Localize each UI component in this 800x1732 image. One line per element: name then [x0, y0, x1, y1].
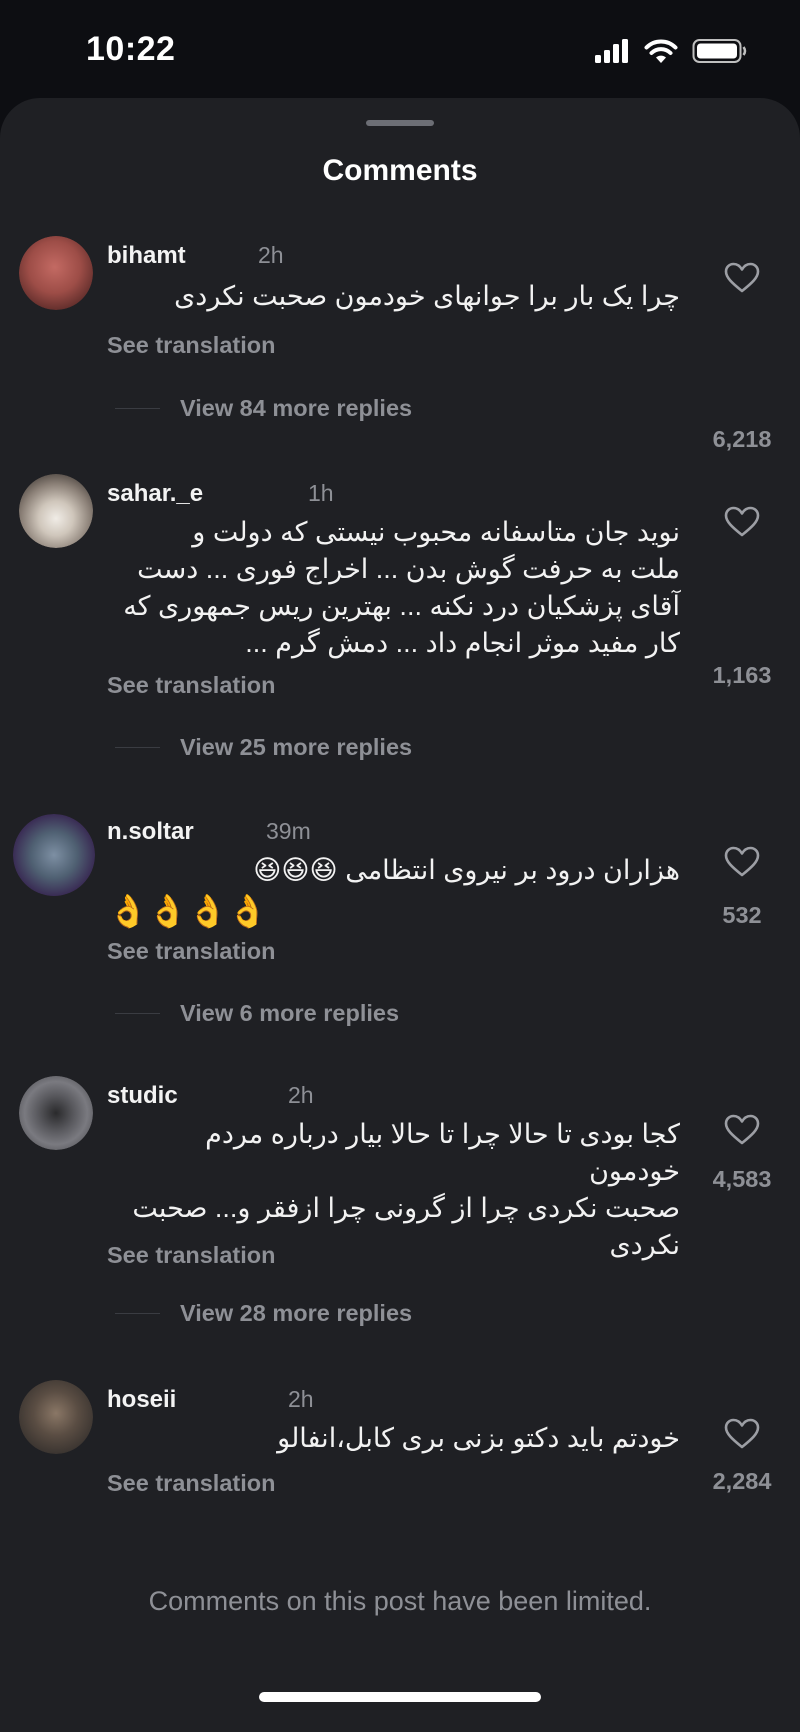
see-translation-link[interactable]: See translation — [107, 1470, 275, 1497]
like-count: 4,583 — [712, 1166, 772, 1192]
comment-text: هزاران درود بر نیروی انتظامی 😆😆😆 — [253, 855, 680, 885]
like-button[interactable] — [707, 506, 777, 538]
comment-username[interactable]: sahar._e — [107, 480, 203, 508]
comment-text: نوید جان متاسفانه محبوب نیستی که دولت و … — [123, 517, 680, 658]
view-replies-button[interactable]: View 6 more replies — [115, 1000, 399, 1027]
like-count: 6,218 — [712, 426, 772, 452]
heart-icon — [724, 1418, 760, 1449]
like-count: 2,284 — [712, 1468, 772, 1494]
comment-time: 2h — [258, 242, 284, 268]
like-button[interactable] — [707, 262, 777, 294]
view-replies-label: View 84 more replies — [180, 395, 413, 421]
avatar[interactable] — [19, 1380, 93, 1454]
see-translation-link[interactable]: See translation — [107, 938, 275, 965]
cellular-icon — [595, 39, 628, 63]
heart-icon — [724, 262, 760, 293]
comment-username[interactable]: hoseii — [107, 1386, 176, 1414]
see-translation-link[interactable]: See translation — [107, 332, 275, 359]
comment-time: 1h — [308, 480, 334, 506]
view-replies-button[interactable]: View 84 more replies — [115, 395, 412, 422]
replies-divider — [115, 1313, 160, 1314]
avatar[interactable] — [19, 236, 93, 310]
replies-divider — [115, 1013, 160, 1014]
like-button[interactable] — [707, 1114, 777, 1146]
status-bar: 10:22 — [0, 0, 800, 100]
comment-username[interactable]: studic — [107, 1082, 178, 1110]
heart-icon — [724, 1114, 760, 1145]
comments-sheet: Comments bihamt 2h چرا یک بار برا جوانها… — [0, 98, 800, 1732]
see-translation-link[interactable]: See translation — [107, 1242, 275, 1269]
comment-time: 2h — [288, 1386, 314, 1412]
comment-username[interactable]: bihamt — [107, 242, 186, 270]
comment-time: 39m — [266, 818, 311, 844]
avatar[interactable] — [13, 814, 95, 896]
comment-username[interactable]: n.soltar — [107, 818, 194, 846]
like-count: 1,163 — [712, 662, 772, 688]
sheet-grabber[interactable] — [366, 120, 434, 126]
like-count: 532 — [722, 902, 762, 928]
view-replies-button[interactable]: View 25 more replies — [115, 734, 412, 761]
see-translation-link[interactable]: See translation — [107, 672, 275, 699]
replies-divider — [115, 747, 160, 748]
comments-limited-notice: Comments on this post have been limited. — [148, 1586, 652, 1616]
avatar[interactable] — [19, 474, 93, 548]
view-replies-label: View 25 more replies — [180, 734, 413, 760]
view-replies-button[interactable]: View 28 more replies — [115, 1300, 412, 1327]
view-replies-label: View 28 more replies — [180, 1300, 413, 1326]
wifi-icon — [644, 39, 678, 63]
comment-emoji-line: 👌👌👌👌 — [108, 893, 268, 929]
comment-text: خودتم باید دکتو بزنی بری کابل،انفالو — [277, 1423, 680, 1453]
heart-icon — [724, 506, 760, 537]
status-time: 10:22 — [86, 30, 176, 68]
like-button[interactable] — [707, 846, 777, 878]
status-icons — [594, 38, 748, 64]
view-replies-label: View 6 more replies — [180, 1000, 400, 1026]
avatar[interactable] — [19, 1076, 93, 1150]
heart-icon — [724, 846, 760, 877]
comment-text: چرا یک بار برا جوانهای خودمون صحبت نکردی — [174, 281, 680, 311]
sheet-title: Comments — [322, 154, 478, 187]
like-button[interactable] — [707, 1418, 777, 1450]
comment-time: 2h — [288, 1082, 314, 1108]
replies-divider — [115, 408, 160, 409]
home-indicator[interactable] — [259, 1692, 541, 1702]
battery-icon — [692, 39, 747, 63]
